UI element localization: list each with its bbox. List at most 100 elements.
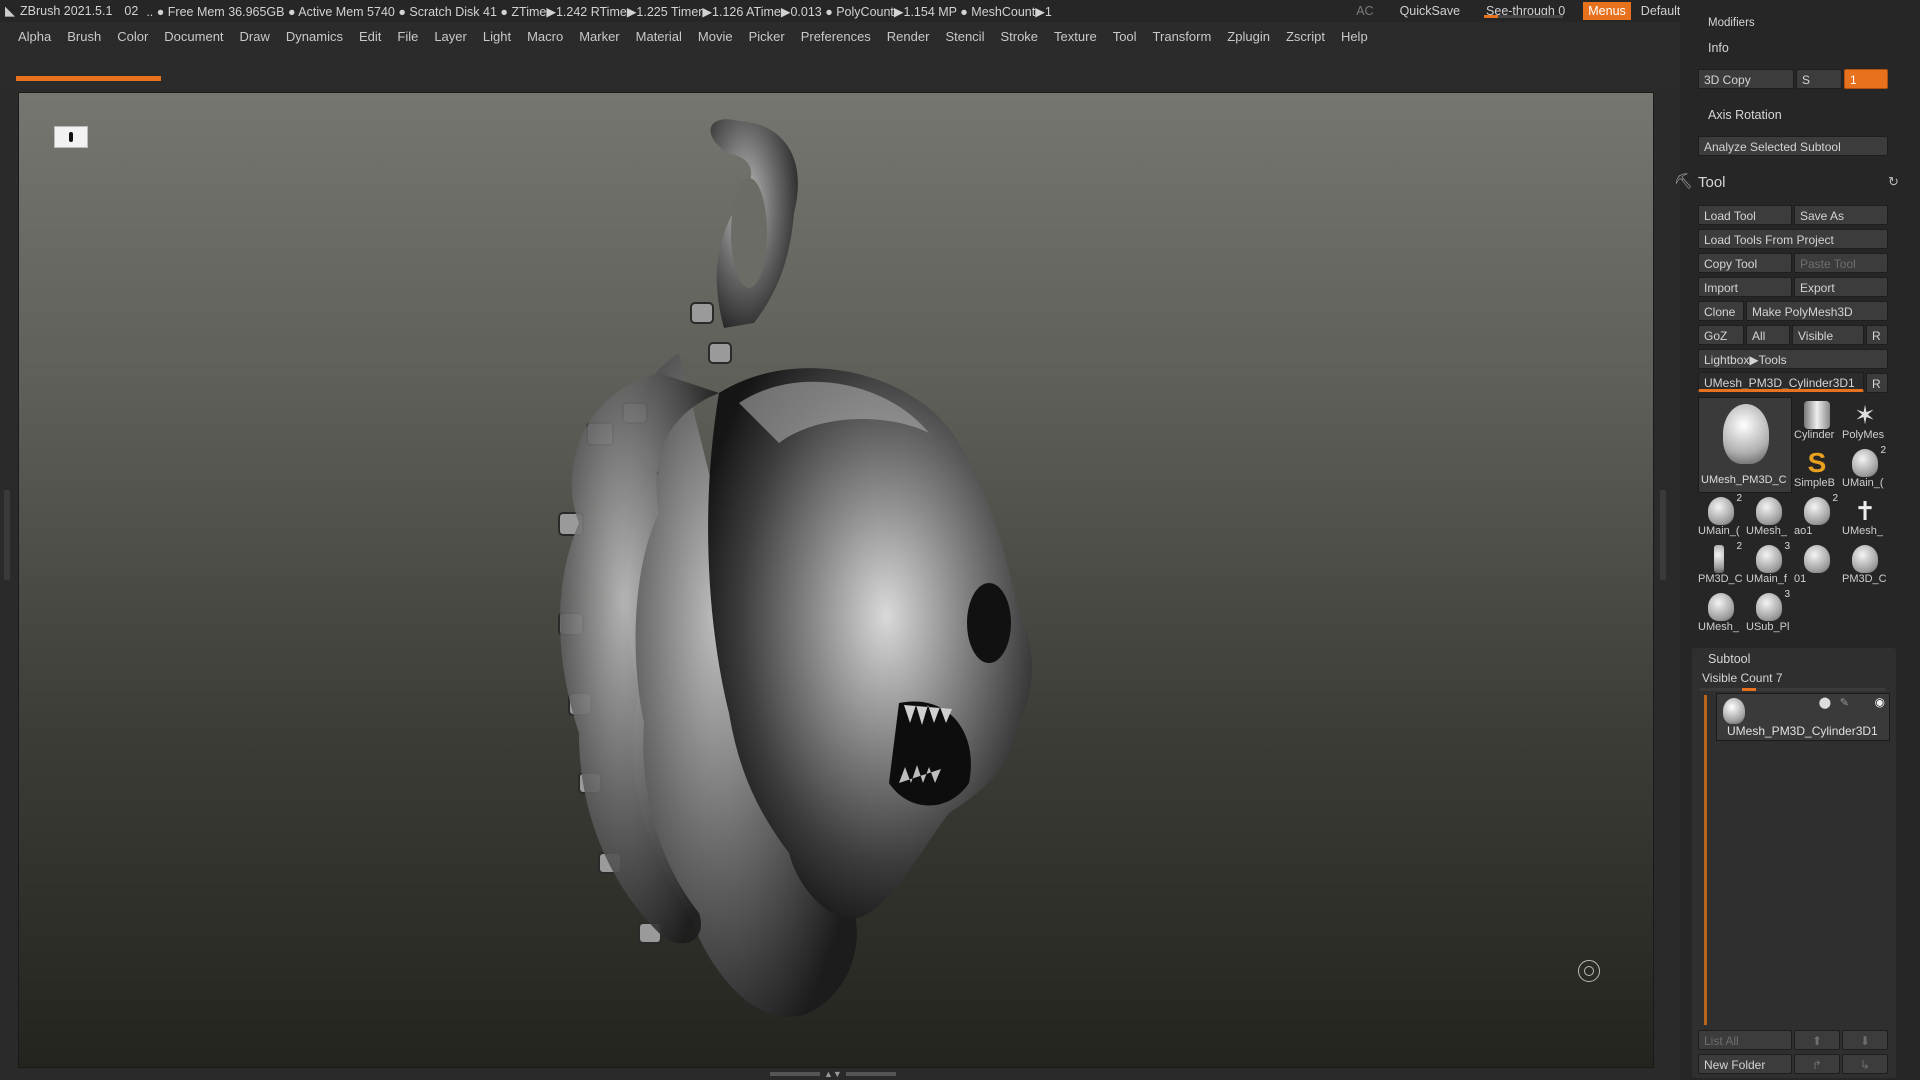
refresh-icon[interactable]: ↻ [1888,174,1899,190]
tool-thumb[interactable]: PM3D_C [1842,541,1887,585]
tool-thumb[interactable]: 3 UMain_f [1746,541,1790,585]
current-tool-r-button[interactable]: R [1866,373,1888,393]
visible-count-slider[interactable] [1700,688,1886,691]
seethrough-slider[interactable]: See-through 0 [1478,4,1573,18]
tool-thumb[interactable]: ✝ UMesh_ [1842,493,1886,537]
menu-material[interactable]: Material [628,29,690,44]
menu-movie[interactable]: Movie [690,29,741,44]
menu-macro[interactable]: Macro [519,29,571,44]
menu-document[interactable]: Document [156,29,231,44]
goz-r-button[interactable]: R [1866,325,1888,345]
menu-draw[interactable]: Draw [232,29,278,44]
tool-thumb[interactable]: S SimpleB [1794,445,1838,490]
eye-icon[interactable]: ◉ [1875,695,1885,709]
s-label: S [1796,69,1842,89]
mesh-thumb-icon [1804,497,1830,525]
move-up-icon[interactable]: ⬆ [1794,1030,1840,1050]
quicksave-button[interactable]: QuickSave [1382,4,1478,18]
skull-pendant-model [558,119,1033,1017]
make-polymesh3d-button[interactable]: Make PolyMesh3D [1746,301,1888,321]
move-down-icon[interactable]: ⬇ [1842,1030,1888,1050]
analyze-subtool-button[interactable]: Analyze Selected Subtool [1698,136,1888,156]
brush-icon[interactable]: ✎ [1840,696,1849,709]
tool-thumb[interactable]: 2 UMain_( [1698,493,1742,537]
menu-preferences[interactable]: Preferences [793,29,879,44]
modifiers-header[interactable]: Modifiers [1708,17,1755,29]
import-button[interactable]: Import [1698,277,1792,297]
axis-rotation-header[interactable]: Axis Rotation [1708,108,1782,122]
goz-visible-button[interactable]: Visible [1792,325,1864,345]
tool-thumb-label: USub_Pl [1746,621,1790,633]
left-tray-handle[interactable] [4,490,10,580]
toggle-icon[interactable]: ⬤ [1819,696,1831,709]
tool-thumb[interactable]: UMesh_ [1698,589,1742,633]
current-tool-slider[interactable]: UMesh_PM3D_Cylinder3D1 [1698,372,1864,392]
tool-thumb[interactable]: ✶ PolyMes [1842,397,1886,441]
tool-thumb[interactable]: 2 ao1 [1794,493,1838,537]
menu-file[interactable]: File [389,29,426,44]
new-folder-button[interactable]: New Folder [1698,1054,1792,1074]
tool-thumb[interactable]: 2 PM3D_C [1698,541,1743,585]
menu-layer[interactable]: Layer [426,29,475,44]
save-as-button[interactable]: Save As [1794,205,1888,225]
export-button[interactable]: Export [1794,277,1888,297]
menu-stroke[interactable]: Stroke [992,29,1046,44]
tool-thumb[interactable]: Cylinder [1794,397,1838,441]
menu-marker[interactable]: Marker [571,29,627,44]
menu-brush[interactable]: Brush [59,29,109,44]
menu-color[interactable]: Color [109,29,156,44]
menu-picker[interactable]: Picker [741,29,793,44]
tool-thumb-label: UMain_( [1698,525,1740,537]
right-tray-handle[interactable] [1660,490,1666,580]
subtool-item[interactable]: ✎ ⬤ ◉ UMesh_PM3D_Cylinder3D1 [1716,693,1890,741]
load-tool-button[interactable]: Load Tool [1698,205,1792,225]
tool-thumb[interactable]: 01 [1794,541,1838,585]
tool-thumb[interactable]: 2 UMain_( [1842,445,1886,489]
menu-zscript[interactable]: Zscript [1278,29,1333,44]
tool-thumb[interactable]: UMesh_ [1746,493,1790,537]
menu-render[interactable]: Render [879,29,938,44]
move-in-icon[interactable]: ↱ [1794,1054,1840,1074]
canvas-viewport[interactable] [18,92,1654,1068]
menu-light[interactable]: Light [475,29,519,44]
top-shelf [0,50,1680,90]
tool-pin-icon[interactable]: ⛏ [1674,172,1693,190]
tool-palette-title[interactable]: Tool [1698,174,1726,191]
info-header[interactable]: Info [1708,41,1729,55]
lightbox-tools-button[interactable]: Lightbox▶Tools [1698,349,1888,369]
clone-button[interactable]: Clone [1698,301,1744,321]
menu-texture[interactable]: Texture [1046,29,1105,44]
move-out-icon[interactable]: ↳ [1842,1054,1888,1074]
memory-stats: .. ● Free Mem 36.965GB ● Active Mem 5740… [146,4,1052,19]
ac-toggle[interactable]: AC [1348,4,1381,18]
tool-thumb-label: PM3D_C [1698,573,1743,585]
menu-transform[interactable]: Transform [1145,29,1220,44]
scroll-navigation-icon[interactable] [1578,960,1600,982]
s-value-field[interactable]: 1 [1844,69,1888,89]
menu-edit[interactable]: Edit [351,29,389,44]
tool-thumb[interactable]: 3 USub_Pl [1746,589,1790,633]
subtool-scrollbar[interactable] [1704,695,1707,1025]
perspective-toggle[interactable] [54,126,88,148]
menu-alpha[interactable]: Alpha [10,29,59,44]
subtool-header[interactable]: Subtool [1708,652,1750,666]
menu-help[interactable]: Help [1333,29,1376,44]
bottom-tray-handle[interactable]: ▲▼ [770,1069,900,1079]
app-title: ZBrush 2021.5.1 [20,4,113,18]
3d-copy-button[interactable]: 3D Copy [1698,69,1794,89]
menu-zplugin[interactable]: Zplugin [1219,29,1278,44]
goz-all-button[interactable]: All [1746,325,1790,345]
tool-thumb-count: 2 [1736,493,1742,504]
zbrush-logo-icon[interactable]: ◣ [0,0,20,22]
tool-thumb-count: 2 [1736,541,1742,552]
paste-tool-button[interactable]: Paste Tool [1794,253,1888,273]
active-tool-thumbnail[interactable]: UMesh_PM3D_C [1698,397,1792,493]
copy-tool-button[interactable]: Copy Tool [1698,253,1792,273]
goz-button[interactable]: GoZ [1698,325,1744,345]
list-all-button[interactable]: List All [1698,1030,1792,1050]
menus-toggle[interactable]: Menus [1583,2,1631,20]
menu-dynamics[interactable]: Dynamics [278,29,351,44]
load-tools-from-project-button[interactable]: Load Tools From Project [1698,229,1888,249]
menu-tool[interactable]: Tool [1105,29,1145,44]
menu-stencil[interactable]: Stencil [937,29,992,44]
